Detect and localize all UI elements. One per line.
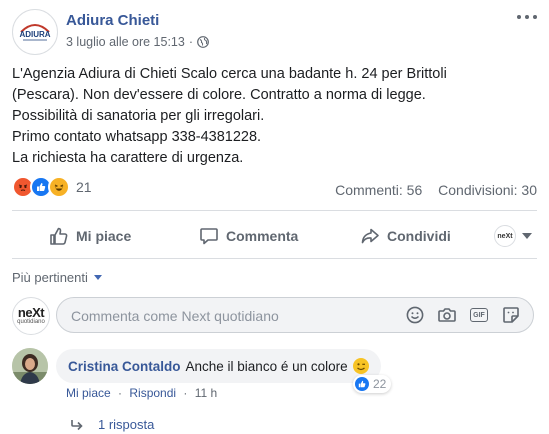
adiura-logo: ADIURA <box>19 24 51 41</box>
share-label: Condividi <box>387 228 451 244</box>
caret-down-icon <box>522 233 532 239</box>
comment-bubble: Cristina Contaldo Anche il bianco é un c… <box>56 349 381 383</box>
separator-dot: · <box>183 386 188 400</box>
comment-text: Anche il bianco é un colore <box>185 358 348 374</box>
comment-icon <box>200 228 218 245</box>
comments-count[interactable]: Commenti: 56 <box>335 182 422 198</box>
separator-dot: · <box>118 386 123 400</box>
replies-label: 1 risposta <box>98 417 155 432</box>
comment-button[interactable]: Commenta <box>199 218 298 254</box>
comment-author[interactable]: Cristina Contaldo <box>68 359 181 374</box>
emoji-icon[interactable] <box>405 305 425 325</box>
next-logo-subtext: quotidiano <box>17 318 45 325</box>
post-text-line: Possibilità di sanatoria per gli irregol… <box>12 108 265 124</box>
next-mini-avatar: neXt <box>494 225 516 247</box>
comment-like-count: 22 <box>373 377 387 391</box>
post-stats: Commenti: 56 Condivisioni: 30 <box>335 182 537 198</box>
logo-text: ADIURA <box>19 30 50 39</box>
post-text-line: (Pescara). Non dev'essere di colore. Con… <box>12 87 426 103</box>
comment-sort-dropdown[interactable]: Più pertinenti <box>12 270 102 285</box>
reply-arrow-icon <box>71 419 83 430</box>
post-header: ADIURA Adiura Chieti 3 luglio alle ore 1… <box>0 0 549 56</box>
like-button[interactable]: Mi piace <box>49 218 131 254</box>
globe-icon <box>197 36 209 48</box>
comment-reactions[interactable]: 22 <box>353 375 392 393</box>
next-logo-text: neXt <box>17 304 45 320</box>
commenter-avatar[interactable] <box>12 348 48 384</box>
post-as-selector[interactable]: neXt <box>494 218 532 254</box>
view-replies-link[interactable]: 1 risposta <box>70 417 154 432</box>
comment-label: Commenta <box>226 228 299 244</box>
sticker-icon[interactable] <box>501 305 521 325</box>
sort-label: Più pertinenti <box>12 270 88 285</box>
profile-photo <box>12 348 48 384</box>
more-options-icon[interactable] <box>517 12 537 22</box>
gif-icon[interactable]: GIF <box>469 305 489 325</box>
caret-down-icon <box>93 275 102 280</box>
camera-icon[interactable] <box>437 305 457 325</box>
post-text-line: L'Agenzia Adiura di Chieti Scalo cerca u… <box>12 66 447 82</box>
reaction-count: 21 <box>76 179 92 195</box>
composer-icons: GIF <box>393 305 521 325</box>
share-button[interactable]: Condividi <box>360 218 451 254</box>
post-text-line: La richiesta ha carattere di urgenza. <box>12 150 244 166</box>
composer-avatar: neXt quotidiano <box>12 297 50 335</box>
haha-reaction-icon <box>48 176 70 198</box>
share-icon <box>361 228 379 244</box>
comment-composer: GIF <box>56 297 534 333</box>
comment-actions: Mi piace · Rispondi · 11 h <box>66 386 217 400</box>
like-label: Mi piace <box>76 228 132 244</box>
comment-like-link[interactable]: Mi piace <box>66 386 111 400</box>
divider <box>12 210 537 211</box>
like-reaction-icon <box>355 377 369 391</box>
post-text: L'Agenzia Adiura di Chieti Scalo cerca u… <box>12 64 537 169</box>
post-text-line: Primo contato whatsapp 338-4381228. <box>12 129 262 145</box>
post-actions: Mi piace Commenta Condividi neXt <box>12 218 537 254</box>
thumbs-up-icon <box>50 227 68 245</box>
page-avatar[interactable]: ADIURA <box>12 9 58 55</box>
shares-count[interactable]: Condivisioni: 30 <box>438 182 537 198</box>
separator-dot: · <box>188 35 194 49</box>
page-name[interactable]: Adiura Chieti <box>66 12 159 29</box>
winking-face-icon <box>352 358 369 374</box>
facebook-post: ADIURA Adiura Chieti 3 luglio alle ore 1… <box>0 0 549 434</box>
divider <box>12 258 537 259</box>
comment-reply-link[interactable]: Rispondi <box>129 386 176 400</box>
post-meta: 3 luglio alle ore 15:13 · <box>66 35 209 49</box>
reactions-summary[interactable]: 21 <box>12 176 92 198</box>
post-date[interactable]: 3 luglio alle ore 15:13 <box>66 35 185 49</box>
comment-time[interactable]: 11 h <box>195 386 217 400</box>
comment-input[interactable] <box>69 306 393 326</box>
